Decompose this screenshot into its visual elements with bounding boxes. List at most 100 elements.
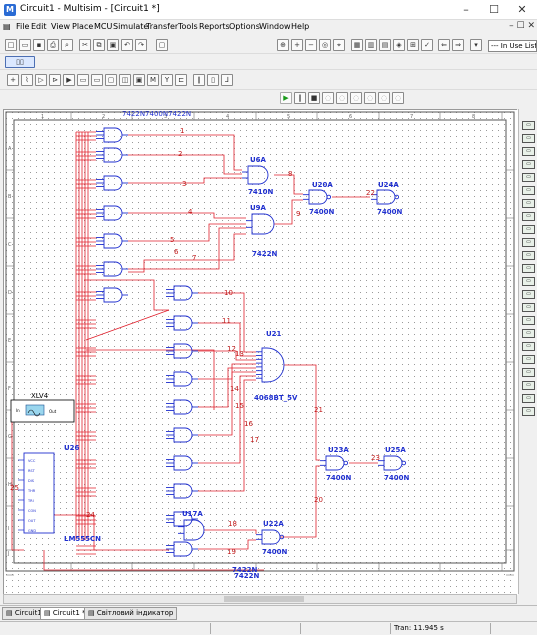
virtual-component-icon[interactable]: ▯▯ — [5, 56, 35, 68]
step-out-icon[interactable]: ◌ — [378, 92, 390, 104]
cut-icon[interactable]: ✂ — [79, 39, 91, 51]
logic-analyzer-icon[interactable]: ▭ — [522, 238, 535, 247]
menu-options[interactable]: Options — [229, 22, 260, 31]
in-use-icon[interactable]: ▾ — [470, 39, 482, 51]
menu-reports[interactable]: Reports — [199, 22, 230, 31]
place-electromech-icon[interactable]: ⊏ — [175, 74, 187, 86]
agilent-scope-icon[interactable]: ▭ — [522, 329, 535, 338]
breakpoint-icon[interactable]: ◌ — [364, 92, 376, 104]
menu-view[interactable]: View — [51, 22, 70, 31]
redo-icon[interactable]: ↷ — [135, 39, 147, 51]
agilent-multimeter-icon[interactable]: ▭ — [522, 316, 535, 325]
zoom-area-icon[interactable]: ◎ — [319, 39, 331, 51]
logic-converter-icon[interactable]: ▭ — [522, 225, 535, 234]
zoom-in-area-icon[interactable]: ⊕ — [277, 39, 289, 51]
schematic-canvas[interactable]: 12345678 ABCDEFGHIJ 1 2 3 4 5 6 7 8 9 10 11 12 13 14 1… — [3, 109, 518, 595]
menu-simulate[interactable]: Simulate — [113, 22, 148, 31]
zoom-fit-icon[interactable]: ⌖ — [333, 39, 345, 51]
place-power-icon[interactable]: ∥ — [193, 74, 205, 86]
multimeter-icon[interactable]: ▭ — [522, 121, 535, 130]
ic-pin-label: TRI — [27, 499, 34, 503]
component-part: 7400N — [309, 208, 334, 216]
maximize-button[interactable]: ☐ — [480, 0, 508, 20]
postprocessor-icon[interactable]: ⊞ — [407, 39, 419, 51]
run-icon[interactable]: ▶ — [280, 92, 292, 104]
place-hierarchical-icon[interactable]: ▯ — [207, 74, 219, 86]
paste-icon[interactable]: ▣ — [107, 39, 119, 51]
tab-circuit1-modified[interactable]: ▤ Circuit1 * — [40, 607, 90, 620]
tektronix-scope-icon[interactable]: ▭ — [522, 342, 535, 351]
grapher-icon[interactable]: ▤ — [379, 39, 391, 51]
menu-tools[interactable]: Tools — [178, 22, 198, 31]
menu-doc-icon[interactable]: ▤ — [3, 22, 11, 31]
menu-help[interactable]: Help — [291, 22, 309, 31]
distortion-analyzer-icon[interactable]: ▭ — [522, 264, 535, 273]
place-ttl-icon[interactable]: ▭ — [77, 74, 89, 86]
wattmeter-icon[interactable]: ▭ — [522, 147, 535, 156]
zoom-in-icon[interactable]: + — [291, 39, 303, 51]
tab-svitlovyi-indykator[interactable]: ▤ Світловий індикатор — [84, 607, 178, 620]
place-transistor-icon[interactable]: ⊳ — [49, 74, 61, 86]
place-basic-icon[interactable]: ⌇ — [21, 74, 33, 86]
step-over-icon[interactable]: ◌ — [336, 92, 348, 104]
place-rf-icon[interactable]: Y — [161, 74, 173, 86]
print-icon[interactable]: ⎙ — [47, 39, 59, 51]
forward-annotate-icon[interactable]: ⇒ — [452, 39, 464, 51]
iv-analyzer-icon[interactable]: ▭ — [522, 251, 535, 260]
menu-edit[interactable]: Edit — [31, 22, 47, 31]
fullscreen-icon[interactable]: ▢ — [156, 39, 168, 51]
place-analog-icon[interactable]: ▶ — [63, 74, 75, 86]
spreadsheet-icon[interactable]: ▦ — [351, 39, 363, 51]
place-bus-icon[interactable]: ⅃ — [221, 74, 233, 86]
debug-icon[interactable]: ◌ — [392, 92, 404, 104]
simulation-time: Tran: 11.945 s — [394, 624, 444, 632]
open-icon[interactable]: ▭ — [19, 39, 31, 51]
minimize-button[interactable]: – — [452, 0, 480, 20]
undo-icon[interactable]: ↶ — [121, 39, 133, 51]
ni-elvis-icon[interactable]: ▭ — [522, 394, 535, 403]
current-probe-icon[interactable]: ▭ — [522, 381, 535, 390]
four-channel-scope-icon[interactable]: ▭ — [522, 173, 535, 182]
print-preview-icon[interactable]: ⌕ — [61, 39, 73, 51]
labview-instrument-icon[interactable]: ▭ — [522, 355, 535, 364]
menu-window[interactable]: Window — [259, 22, 291, 31]
menu-mcu[interactable]: MCU — [94, 22, 112, 31]
zoom-out-icon[interactable]: − — [305, 39, 317, 51]
back-annotate-icon[interactable]: ⇐ — [438, 39, 450, 51]
scroll-thumb[interactable] — [224, 596, 304, 602]
function-generator-icon[interactable]: ▭ — [522, 134, 535, 143]
database-icon[interactable]: ▥ — [365, 39, 377, 51]
copy-icon[interactable]: ⧉ — [93, 39, 105, 51]
step-icon[interactable]: ◌ — [322, 92, 334, 104]
place-source-icon[interactable]: + — [7, 74, 19, 86]
menu-transfer[interactable]: Transfer — [146, 22, 178, 31]
step-into-icon[interactable]: ◌ — [350, 92, 362, 104]
place-misc-icon[interactable]: M — [147, 74, 159, 86]
save-icon[interactable]: ▪ — [33, 39, 45, 51]
menu-place[interactable]: Place — [72, 22, 93, 31]
pause-icon[interactable]: ‖ — [294, 92, 306, 104]
frequency-counter-icon[interactable]: ▭ — [522, 199, 535, 208]
place-misc-digital-icon[interactable]: ▢ — [105, 74, 117, 86]
menu-file[interactable]: File — [16, 22, 29, 31]
in-use-list-dropdown[interactable]: --- In Use List --- — [488, 40, 537, 52]
bode-plotter-icon[interactable]: ▭ — [522, 186, 535, 195]
erc-icon[interactable]: ✓ — [421, 39, 433, 51]
word-generator-icon[interactable]: ▭ — [522, 212, 535, 221]
agilent-generator-icon[interactable]: ▭ — [522, 303, 535, 312]
spectrum-analyzer-icon[interactable]: ▭ — [522, 277, 535, 286]
mdi-window-buttons[interactable]: – ☐ ✕ — [495, 21, 535, 31]
new-icon[interactable]: □ — [5, 39, 17, 51]
place-mixed-icon[interactable]: ◫ — [119, 74, 131, 86]
place-cmos-icon[interactable]: ▭ — [91, 74, 103, 86]
place-indicator-icon[interactable]: ▣ — [133, 74, 145, 86]
oscilloscope-icon[interactable]: ▭ — [522, 160, 535, 169]
probe-tool-icon[interactable]: ▭ — [522, 407, 535, 416]
network-analyzer-icon[interactable]: ▭ — [522, 290, 535, 299]
component-wizard-icon[interactable]: ◈ — [393, 39, 405, 51]
close-button[interactable]: ✕ — [508, 0, 536, 20]
measurement-probe-icon[interactable]: ▭ — [522, 368, 535, 377]
place-diode-icon[interactable]: ▷ — [35, 74, 47, 86]
horizontal-scrollbar[interactable] — [3, 594, 517, 604]
stop-icon[interactable]: ■ — [308, 92, 320, 104]
